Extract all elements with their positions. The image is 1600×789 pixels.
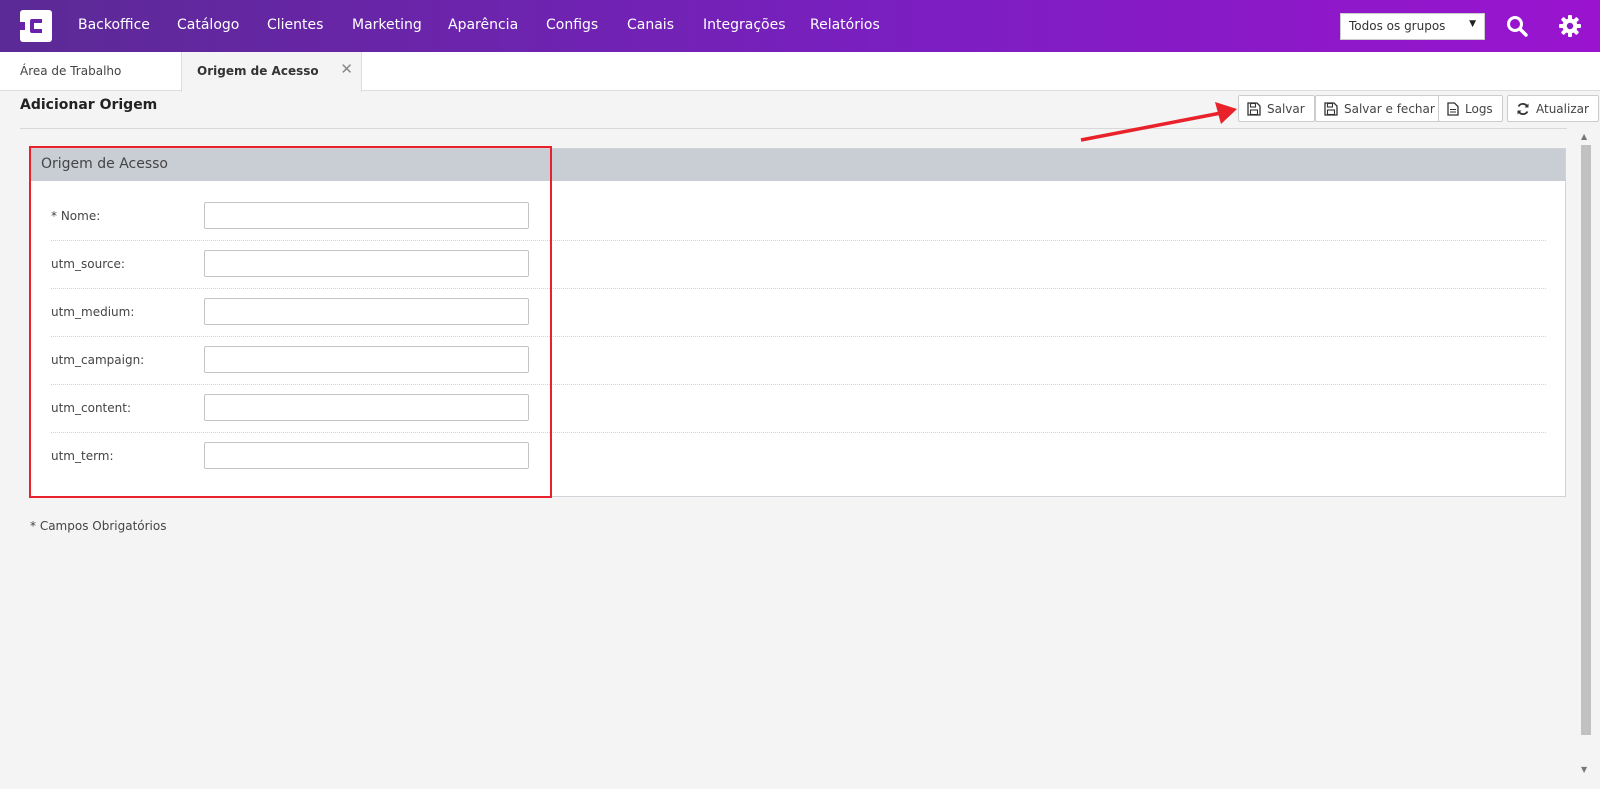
floppy-disk-icon	[1324, 101, 1338, 116]
search-icon[interactable]	[1505, 14, 1529, 38]
utm-content-input[interactable]	[204, 394, 529, 421]
tab-origem-de-acesso[interactable]: Origem de Acesso ✕	[181, 52, 362, 92]
group-select[interactable]: Todos os grupos ▼	[1340, 13, 1485, 40]
save-button[interactable]: Salvar	[1238, 95, 1315, 122]
utm-source-input[interactable]	[204, 250, 529, 277]
panel-title: Origem de Acesso	[31, 149, 1565, 181]
save-and-close-button[interactable]: Salvar e fechar	[1315, 95, 1445, 122]
save-and-close-label: Salvar e fechar	[1344, 101, 1435, 116]
refresh-button[interactable]: Atualizar	[1507, 95, 1599, 122]
group-select-value: Todos os grupos	[1349, 19, 1446, 33]
app-logo[interactable]	[20, 10, 52, 42]
form-row-utm-campaign: utm_campaign:	[51, 337, 1546, 385]
nav-marketing[interactable]: Marketing	[352, 17, 422, 33]
nav-clientes[interactable]: Clientes	[267, 17, 323, 33]
form-row-utm-term: utm_term:	[51, 433, 1546, 481]
nav-aparencia[interactable]: Aparência	[448, 17, 518, 33]
floppy-disk-icon	[1247, 101, 1261, 116]
nav-catalogo[interactable]: Catálogo	[177, 17, 239, 33]
nav-relatorios[interactable]: Relatórios	[810, 17, 880, 33]
tab-area-de-trabalho[interactable]: Área de Trabalho	[0, 52, 181, 91]
top-navigation-bar: Backoffice Catálogo Clientes Marketing A…	[0, 0, 1600, 52]
nav-integracoes[interactable]: Integrações	[703, 17, 786, 33]
close-icon[interactable]: ✕	[340, 60, 353, 78]
utm-content-label: utm_content:	[51, 401, 131, 415]
logs-button[interactable]: Logs	[1438, 95, 1503, 122]
utm-term-input[interactable]	[204, 442, 529, 469]
dropdown-arrow-icon: ▼	[1469, 19, 1476, 29]
form-row-nome: * Nome:	[51, 193, 1546, 241]
nav-backoffice[interactable]: Backoffice	[78, 17, 150, 33]
form-row-utm-content: utm_content:	[51, 385, 1546, 433]
utm-medium-label: utm_medium:	[51, 305, 135, 319]
scrollbar-thumb[interactable]	[1581, 145, 1591, 735]
tab-label: Área de Trabalho	[20, 64, 122, 78]
annotation-arrow	[1080, 102, 1237, 142]
nome-input[interactable]	[204, 202, 529, 229]
nav-configs[interactable]: Configs	[546, 17, 598, 33]
utm-term-label: utm_term:	[51, 449, 114, 463]
utm-medium-input[interactable]	[204, 298, 529, 325]
refresh-icon	[1517, 102, 1529, 115]
form-row-utm-source: utm_source:	[51, 241, 1546, 289]
page-title: Adicionar Origem	[20, 97, 158, 113]
utm-campaign-input[interactable]	[204, 346, 529, 373]
divider	[20, 128, 1567, 129]
gear-icon[interactable]	[1558, 14, 1582, 38]
document-icon	[1447, 101, 1459, 116]
nav-canais[interactable]: Canais	[627, 17, 674, 33]
tab-label: Origem de Acesso	[197, 64, 319, 78]
nome-label: * Nome:	[51, 209, 101, 223]
save-label: Salvar	[1267, 101, 1305, 116]
required-fields-note: * Campos Obrigatórios	[30, 519, 167, 533]
tab-bar: Área de Trabalho Origem de Acesso ✕	[0, 52, 1600, 92]
refresh-label: Atualizar	[1536, 101, 1589, 116]
origem-form-panel: Origem de Acesso * Nome: utm_source: utm…	[30, 148, 1566, 497]
utm-source-label: utm_source:	[51, 257, 125, 271]
form-row-utm-medium: utm_medium:	[51, 289, 1546, 337]
logs-label: Logs	[1465, 101, 1493, 116]
scroll-up-icon[interactable]: ▲	[1581, 132, 1587, 141]
scroll-down-icon[interactable]: ▼	[1581, 765, 1587, 774]
utm-campaign-label: utm_campaign:	[51, 353, 145, 367]
